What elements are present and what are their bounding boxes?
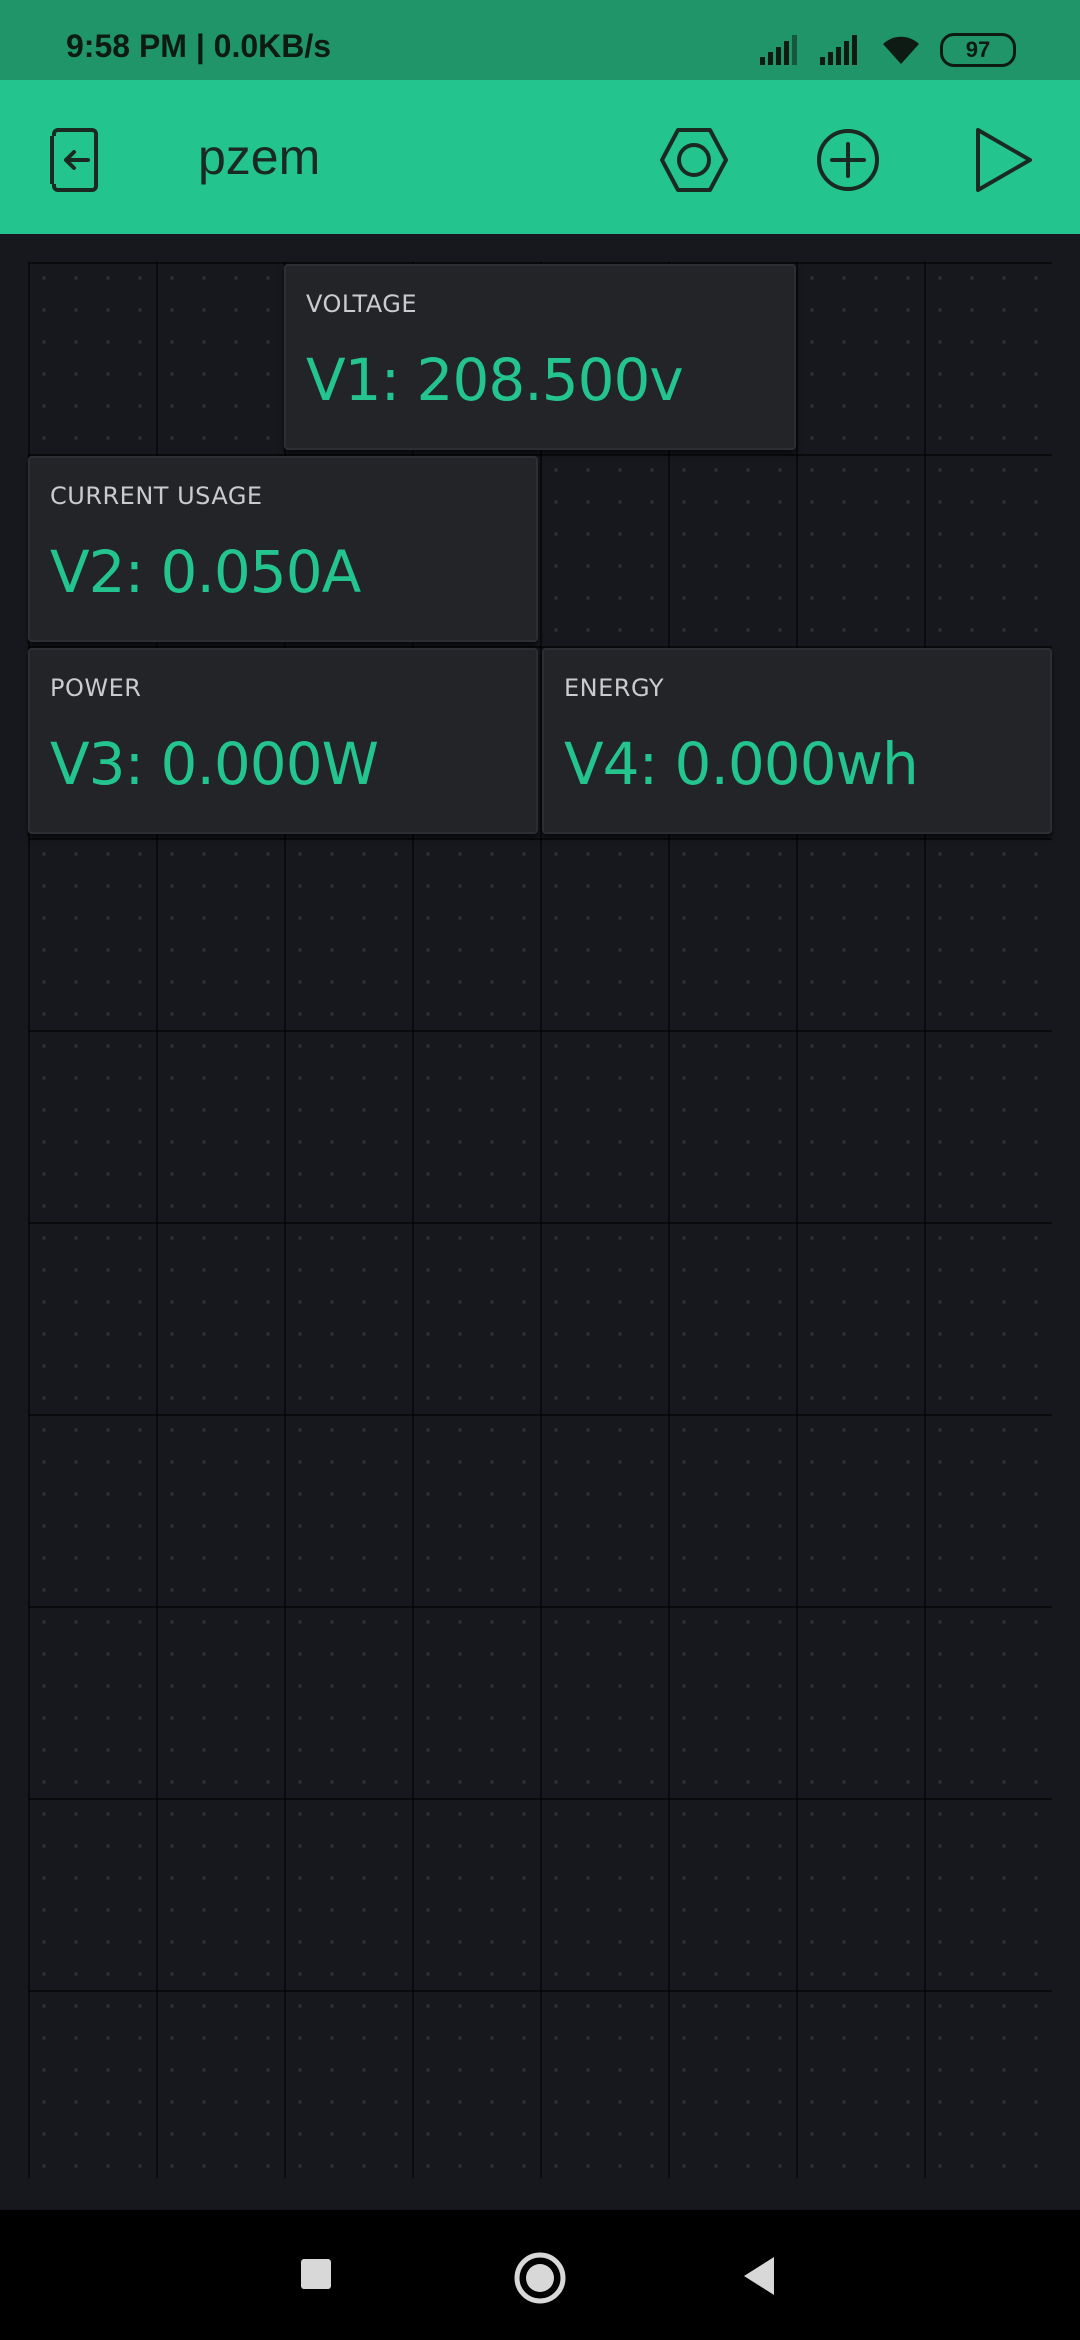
wifi-icon bbox=[883, 36, 919, 64]
current-usage-widget[interactable]: CURRENT USAGE V2: 0.050A bbox=[28, 456, 538, 642]
add-icon[interactable] bbox=[808, 120, 888, 200]
system-nav-bar bbox=[0, 2210, 1080, 2340]
exit-icon[interactable] bbox=[38, 120, 118, 200]
play-icon[interactable] bbox=[962, 120, 1042, 200]
recents-icon[interactable] bbox=[298, 2256, 334, 2292]
widget-label: VOLTAGE bbox=[306, 290, 418, 318]
status-time: 9:58 PM | 0.0KB/s bbox=[66, 28, 332, 64]
widget-value: V3: 0.000W bbox=[50, 730, 379, 798]
widget-value: V2: 0.050A bbox=[50, 538, 361, 606]
project-title: pzem bbox=[198, 129, 321, 185]
home-icon[interactable] bbox=[512, 2250, 568, 2306]
signal-icon-2 bbox=[820, 35, 857, 65]
app-header: pzem bbox=[0, 80, 1080, 234]
settings-hex-icon[interactable] bbox=[654, 120, 734, 200]
status-icons: 97 bbox=[760, 30, 1016, 70]
dashboard-canvas: VOLTAGE V1: 208.500v CURRENT USAGE V2: 0… bbox=[28, 262, 1052, 2178]
energy-widget[interactable]: ENERGY V4: 0.000wh bbox=[542, 648, 1052, 834]
back-icon[interactable] bbox=[740, 2254, 780, 2298]
voltage-widget[interactable]: VOLTAGE V1: 208.500v bbox=[284, 264, 796, 450]
power-widget[interactable]: POWER V3: 0.000W bbox=[28, 648, 538, 834]
signal-icon bbox=[760, 35, 797, 65]
widget-label: ENERGY bbox=[564, 674, 665, 702]
widget-label: CURRENT USAGE bbox=[50, 482, 263, 510]
widget-label: POWER bbox=[50, 674, 142, 702]
widget-value: V4: 0.000wh bbox=[564, 730, 919, 798]
status-bar: 9:58 PM | 0.0KB/s 97 bbox=[0, 0, 1080, 80]
battery-indicator: 97 bbox=[940, 33, 1016, 67]
widget-value: V1: 208.500v bbox=[306, 346, 684, 414]
